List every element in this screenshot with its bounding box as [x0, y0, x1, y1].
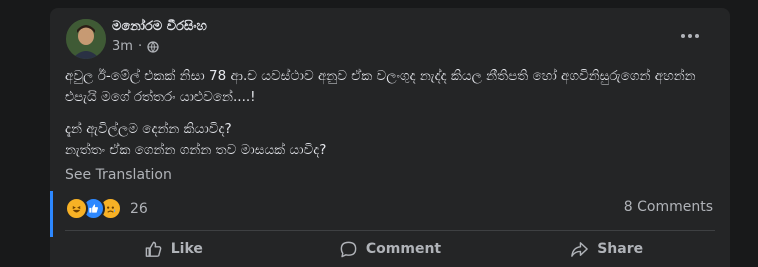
comment-button[interactable]: Comment	[282, 234, 499, 264]
post-meta: 3m ·	[112, 39, 159, 54]
more-dots-icon	[681, 34, 699, 38]
like-label: Like	[170, 241, 203, 257]
comment-label: Comment	[365, 241, 442, 257]
share-arrow-icon	[571, 241, 589, 257]
post-timestamp[interactable]: 3m	[112, 39, 133, 54]
author-avatar[interactable]	[66, 19, 106, 59]
post-body: අවුල ඊ-මේල් එකක් නිසා 78 ආ.ච යවස්ථාව අනු…	[65, 66, 725, 161]
comments-count-link[interactable]: 8 Comments	[624, 199, 713, 215]
avatar-photo-icon	[66, 19, 106, 59]
post-card: මනෝරම වීරසිංහ 3m · අවුල ඊ-මේල් එකක් නිසා…	[50, 8, 730, 267]
see-translation-link[interactable]: See Translation	[65, 167, 172, 183]
actions-divider	[65, 230, 715, 231]
like-button[interactable]: Like	[65, 234, 282, 264]
post-text-line: නැත්තං ඒක ගෙන්න ගන්න තව මාසයක් යාවිද?	[65, 142, 327, 158]
post-text-line: දැන් ඇවිල්ලම දෙන්න කියාවිද?	[65, 121, 232, 137]
reactions-summary[interactable]: 26	[65, 197, 148, 220]
author-name[interactable]: මනෝරම වීරසිංහ	[112, 19, 207, 34]
focus-accent-bar	[50, 191, 53, 237]
post-text-line: එපැයි මගේ රත්තරං යාළුවනේ....!	[65, 89, 256, 105]
thumbs-up-icon	[145, 241, 162, 257]
share-button[interactable]: Share	[498, 234, 715, 264]
post-text-line: අවුල ඊ-මේල් එකක් නිසා 78 ආ.ච යවස්ථාව අනු…	[65, 68, 696, 84]
share-label: Share	[597, 241, 644, 257]
globe-icon[interactable]	[147, 40, 159, 53]
comment-bubble-icon	[340, 241, 357, 257]
reaction-count: 26	[130, 200, 148, 217]
more-options-button[interactable]	[672, 24, 708, 48]
post-actions: Like Comment Share	[65, 234, 715, 264]
haha-icon	[65, 197, 88, 220]
